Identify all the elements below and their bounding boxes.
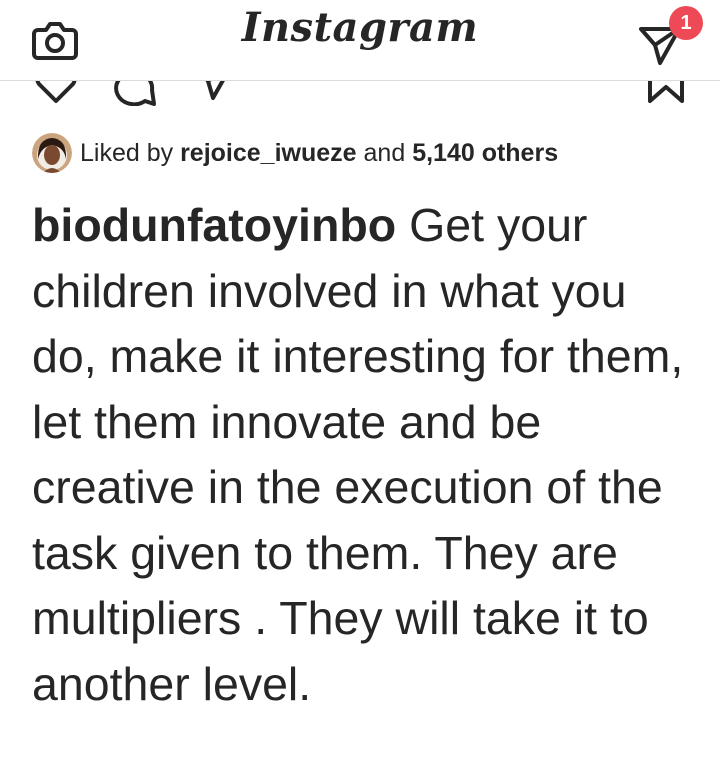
instagram-logo[interactable]: Instagram [0,4,720,51]
liked-by-conjunction: and [363,138,406,167]
liked-by-prefix: Liked by [80,138,174,167]
direct-messages-button[interactable]: 1 [636,6,706,66]
liked-by-text: Liked by rejoice_iwueze and 5,140 others [80,139,558,168]
caption-text: Get your children involved in what you d… [32,199,684,710]
liked-by-username[interactable]: rejoice_iwueze [180,139,356,167]
caption-username[interactable]: biodunfatoyinbo [32,199,396,251]
top-app-bar: Instagram 1 [0,0,720,81]
liked-by-others[interactable]: 5,140 others [412,139,558,167]
notification-badge: 1 [669,6,703,40]
likes-summary: Liked by rejoice_iwueze and 5,140 others [32,132,558,174]
avatar[interactable] [32,133,72,173]
post-caption: biodunfatoyinbo Get your children involv… [32,193,702,717]
